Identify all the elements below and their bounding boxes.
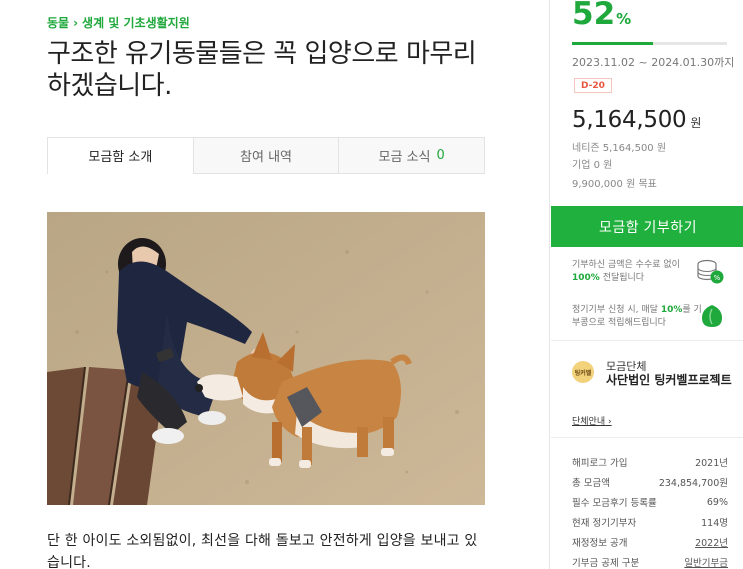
stat-value: 234,854,700원 — [658, 478, 728, 489]
raised-amount: 5,164,500 원 — [572, 107, 701, 133]
stat-row: 총 모금액 234,854,700원 — [572, 472, 728, 492]
progress-percent-unit: % — [616, 10, 632, 28]
donate-button[interactable]: 모금함 기부하기 — [551, 206, 743, 247]
svg-text:%: % — [714, 274, 721, 282]
tab-label: 모금 소식 — [378, 150, 431, 165]
stat-value-link[interactable]: 일반기부금 — [684, 555, 728, 569]
stat-label: 재정정보 공개 — [572, 538, 628, 549]
dday-badge: D-20 — [574, 78, 612, 93]
content-tabs: 모금함 소개 참여 내역 모금 소식 0 — [47, 137, 485, 174]
org-logo[interactable]: 팅커벨 — [572, 361, 594, 383]
bean-icon — [702, 305, 722, 327]
fee-free-highlight: 100% — [572, 273, 600, 283]
stat-label: 해피로그 가입 — [572, 458, 628, 469]
regular-giving-notice: 정기기부 신청 시, 매달 10%를 기부콩으로 적립해드립니다 — [572, 304, 702, 330]
tab-label: 참여 내역 — [240, 150, 292, 165]
stat-value: 114명 — [701, 518, 728, 529]
fee-free-text: 기부하신 금액은 수수료 없이 — [572, 260, 680, 270]
breadcrumb-separator: › — [73, 15, 79, 30]
org-info-link-label: 단체안내 — [572, 417, 606, 427]
stat-label: 총 모금액 — [572, 478, 610, 489]
progress-percent-value: 52 — [572, 0, 616, 32]
breadcrumb: 동물 › 생계 및 기초생활지원 — [47, 14, 190, 31]
raised-amount-value: 5,164,500 — [572, 107, 687, 133]
stat-label: 필수 모금후기 등록률 — [572, 498, 657, 509]
stat-label: 현재 정기기부자 — [572, 518, 637, 529]
stat-value: 69% — [706, 496, 728, 508]
coins-icon: % — [697, 259, 724, 284]
stat-row: 현재 정기기부자 114명 — [572, 512, 728, 532]
campaign-photo-illustration — [47, 212, 485, 505]
regular-giving-highlight: 10% — [660, 305, 683, 315]
tab-participation[interactable]: 참여 내역 — [192, 138, 339, 174]
stat-label: 기부금 공제 구분 — [572, 558, 640, 569]
progress-bar-fill — [572, 42, 653, 45]
org-info-link[interactable]: 단체안내 › — [572, 414, 612, 427]
stat-row: 기부금 공제 구분 일반기부금 — [572, 552, 728, 569]
fee-free-notice: 기부하신 금액은 수수료 없이 100% 전달됩니다 — [572, 259, 702, 285]
stat-value[interactable]: 2022년 — [695, 535, 728, 549]
org-stats: 해피로그 가입 2021년 총 모금액 234,854,700원 필수 모금후기… — [572, 452, 728, 569]
campaign-period: 2023.11.02 ~ 2024.01.30까지 — [572, 56, 735, 69]
tab-label: 모금함 소개 — [88, 150, 153, 165]
tab-count: 0 — [436, 148, 445, 163]
progress-bar — [572, 42, 727, 45]
main-content: 동물 › 생계 및 기초생활지원 구조한 유기동물들은 꼭 입양으로 마무리하겠… — [0, 0, 549, 569]
progress-percent: 52% — [572, 0, 631, 32]
tab-news[interactable]: 모금 소식 0 — [338, 138, 485, 174]
org-name[interactable]: 사단법인 팅커벨프로젝트 — [606, 371, 736, 388]
tab-introduction[interactable]: 모금함 소개 — [48, 138, 193, 174]
regular-giving-text: 정기기부 신청 시, 매달 — [572, 305, 658, 315]
stat-value: 2021년 — [695, 458, 728, 469]
stat-row: 재정정보 공개 2022년 — [572, 532, 728, 552]
divider — [551, 437, 743, 438]
stat-row: 해피로그 가입 2021년 — [572, 452, 728, 472]
stat-row: 필수 모금후기 등록률 69% — [572, 492, 728, 512]
netizen-amount: 네티즌 5,164,500 원 — [572, 143, 667, 154]
campaign-sidebar: 52% 2023.11.02 ~ 2024.01.30까지 D-20 5,164… — [549, 0, 743, 569]
campaign-description: 단 한 아이도 소외됨없이, 최선을 다해 돌보고 안전하게 입양을 보내고 있… — [47, 533, 478, 569]
campaign-photo — [47, 212, 485, 505]
goal-amount: 9,900,000 원 목표 — [572, 179, 657, 190]
divider — [551, 340, 743, 341]
company-amount: 기업 0 원 — [572, 160, 613, 171]
breadcrumb-category[interactable]: 동물 — [47, 14, 69, 31]
page-title: 구조한 유기동물들은 꼭 입양으로 마무리하겠습니다. — [47, 39, 477, 101]
raised-amount-unit: 원 — [690, 116, 702, 130]
breadcrumb-subcategory[interactable]: 생계 및 기초생활지원 — [82, 14, 190, 31]
org-logo-text: 팅커벨 — [574, 369, 592, 377]
fee-free-text-end: 전달됩니다 — [602, 273, 645, 283]
